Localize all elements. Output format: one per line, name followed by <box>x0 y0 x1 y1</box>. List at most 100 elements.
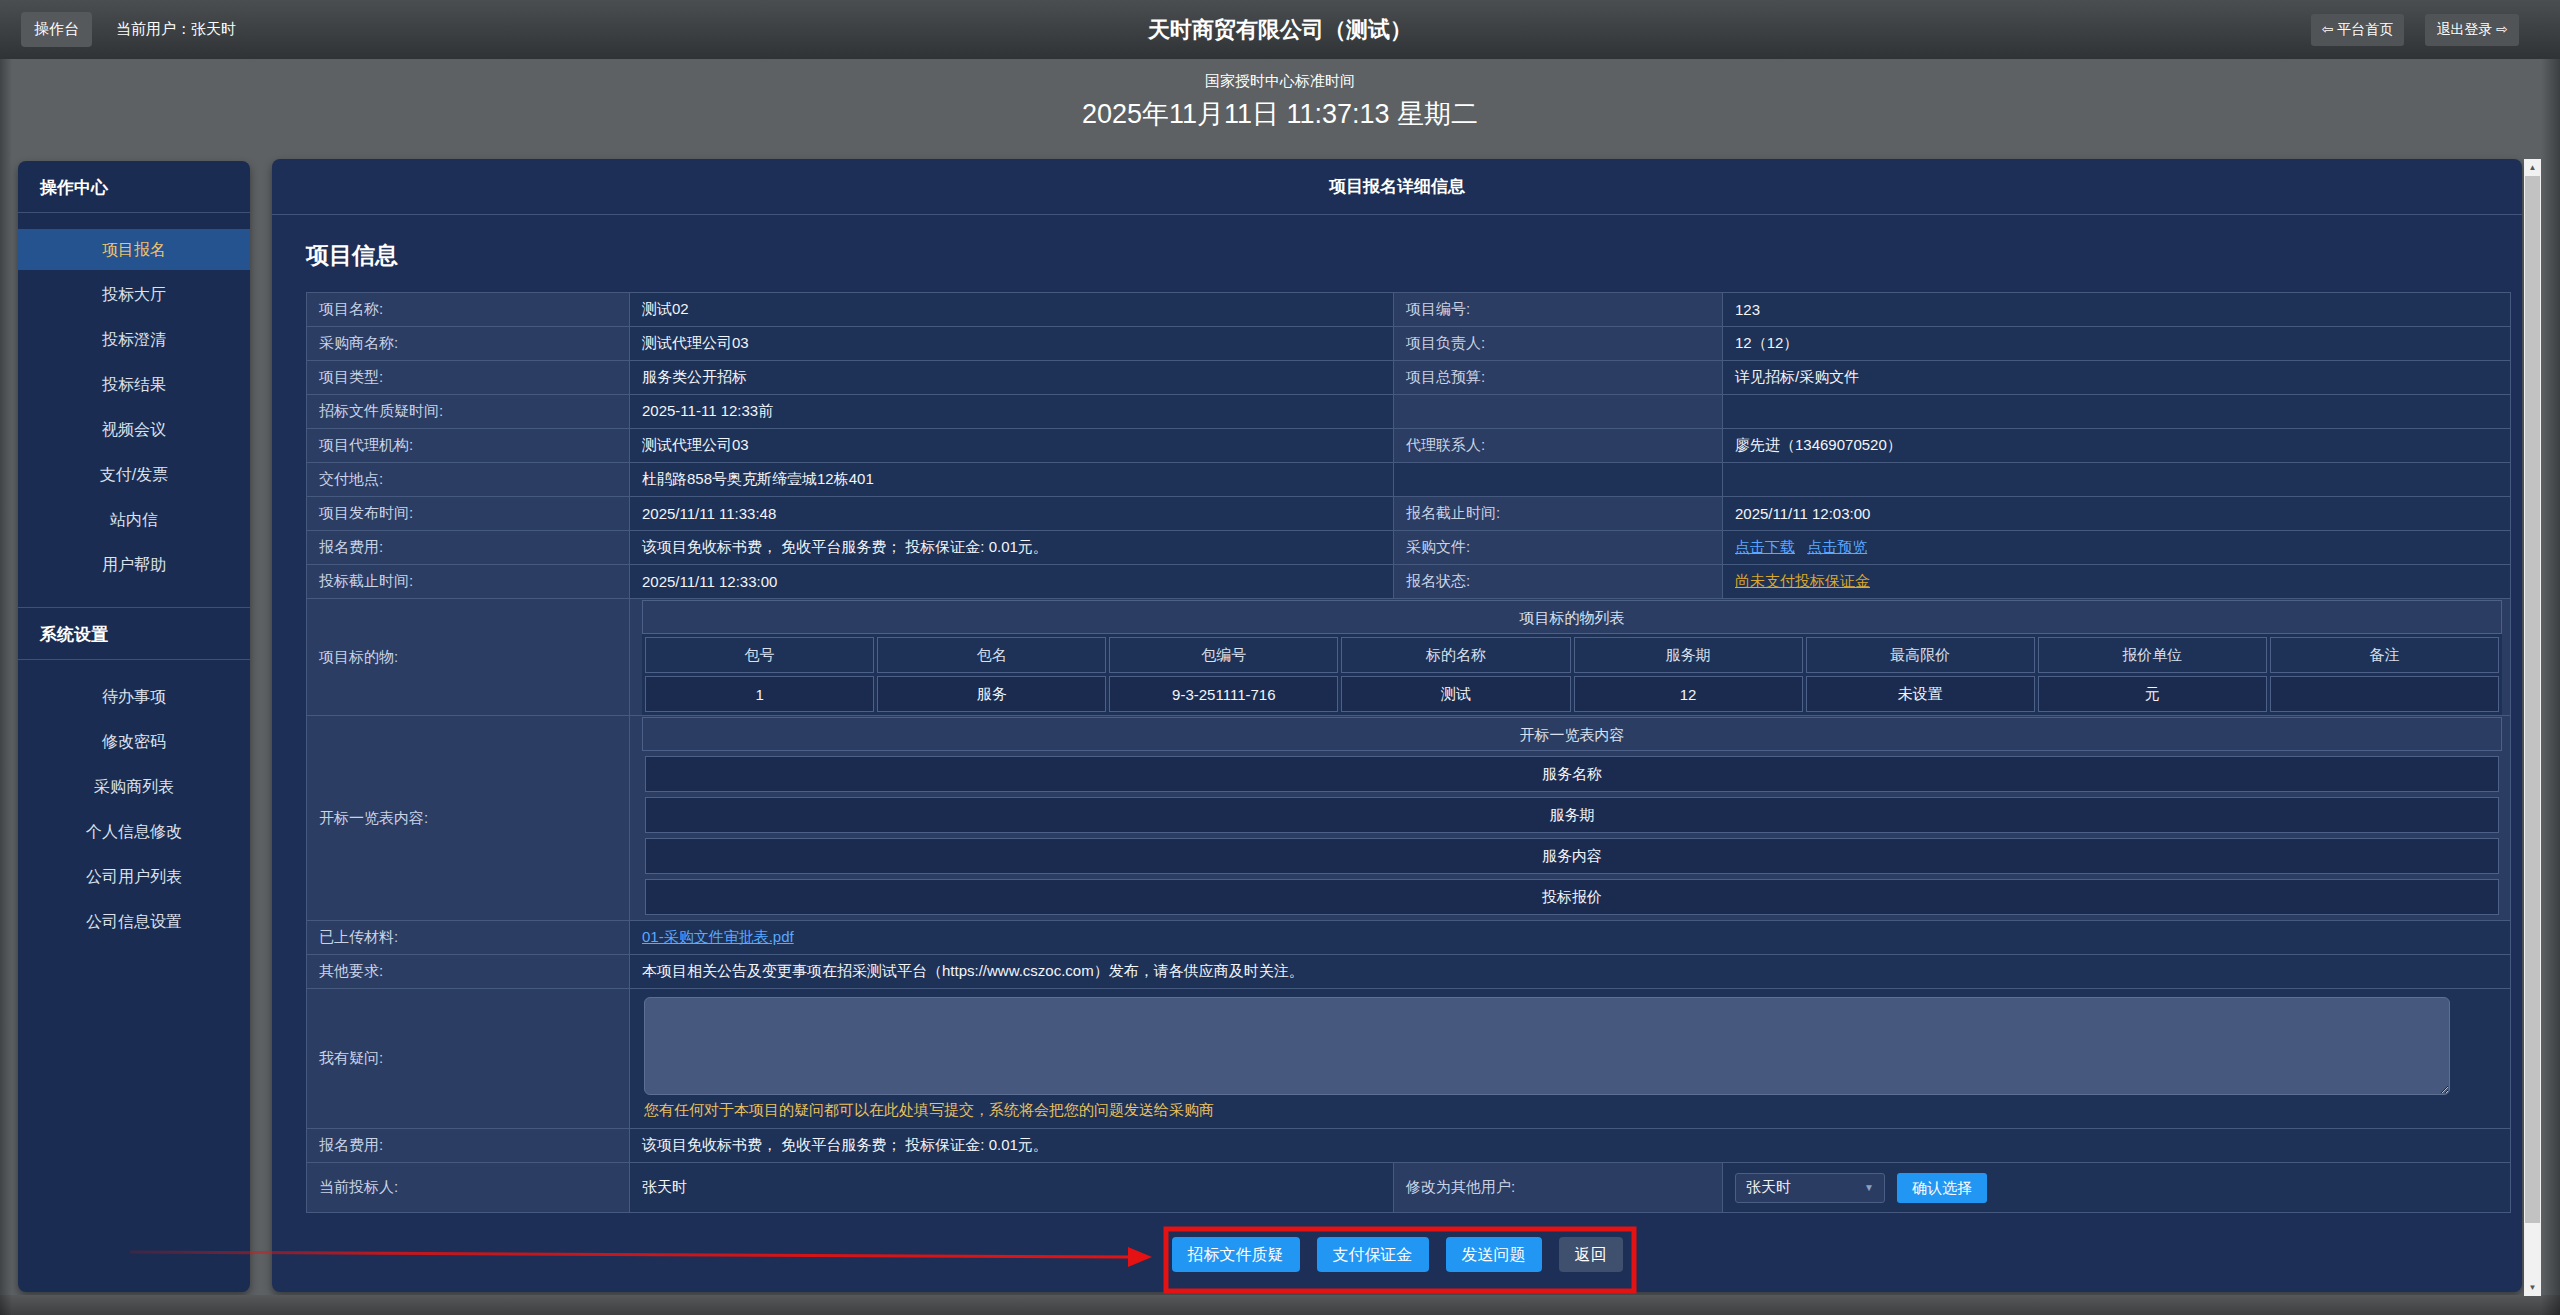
field-value: 测试代理公司03 <box>630 429 1394 463</box>
sidebar-section-settings: 系统设置 <box>18 607 250 660</box>
field-label: 当前投标人: <box>307 1163 630 1213</box>
table-row: 项目标的物: 项目标的物列表 包号 包名 包编号 标的名称 服务期 最高限价 报… <box>307 599 2511 716</box>
sidebar-item-todo[interactable]: 待办事项 <box>18 676 250 717</box>
sidebar-item-user-help[interactable]: 用户帮助 <box>18 544 250 585</box>
sidebar-item-video-meeting[interactable]: 视频会议 <box>18 409 250 450</box>
sidebar-section-operations: 操作中心 <box>18 161 250 213</box>
section-title-project-info: 项目信息 <box>306 240 2522 271</box>
field-label: 已上传材料: <box>307 921 630 955</box>
field-label: 项目编号: <box>1394 293 1723 327</box>
field-value: 2025/11/11 11:33:48 <box>630 497 1394 531</box>
field-value: 01-采购文件审批表.pdf <box>630 921 2511 955</box>
question-textarea[interactable] <box>644 997 2450 1095</box>
sidebar-item-purchaser-list[interactable]: 采购商列表 <box>18 766 250 807</box>
bid-form-title: 开标一览表内容 <box>642 717 2502 751</box>
bottom-edge <box>0 1295 2560 1315</box>
field-value-empty <box>1394 463 1723 497</box>
field-label: 修改为其他用户: <box>1394 1163 1723 1213</box>
field-value: 服务类公开招标 <box>630 361 1394 395</box>
field-value: 测试代理公司03 <box>630 327 1394 361</box>
console-button[interactable]: 操作台 <box>21 12 92 47</box>
goods-cell: 12 <box>1574 676 1803 712</box>
subject-matter-cell: 项目标的物列表 包号 包名 包编号 标的名称 服务期 最高限价 报价单位 备注 … <box>630 599 2511 716</box>
field-label: 代理联系人: <box>1394 429 1723 463</box>
field-value: 12（12） <box>1723 327 2511 361</box>
goods-col-header: 备注 <box>2270 637 2499 673</box>
main-panel: 项目报名详细信息 项目信息 项目名称: 测试02 项目编号: 123 采购商名称… <box>272 159 2522 1292</box>
field-label: 报名费用: <box>307 531 630 565</box>
goods-col-header: 包名 <box>877 637 1106 673</box>
sidebar-item-company-users[interactable]: 公司用户列表 <box>18 856 250 897</box>
field-label: 报名截止时间: <box>1394 497 1723 531</box>
table-row: 其他要求: 本项目相关公告及变更事项在招采测试平台（https://www.cs… <box>307 955 2511 989</box>
preview-doc-link[interactable]: 点击预览 <box>1807 538 1867 555</box>
table-row: 开标一览表内容: 开标一览表内容 服务名称 服务期 服务内容 投标报价 <box>307 716 2511 921</box>
change-user-select[interactable]: 张天时 ▼ <box>1735 1173 1885 1203</box>
sidebar-item-change-password[interactable]: 修改密码 <box>18 721 250 762</box>
field-label: 项目负责人: <box>1394 327 1723 361</box>
vertical-scrollbar[interactable]: ▲ ▼ <box>2524 159 2541 1296</box>
time-caption: 国家授时中心标准时间 <box>0 59 2560 91</box>
bid-form-cell: 开标一览表内容 服务名称 服务期 服务内容 投标报价 <box>630 716 2511 921</box>
signup-status-link[interactable]: 尚未支付投标保证金 <box>1735 572 1870 589</box>
left-edge-shadow <box>0 59 12 1315</box>
scrollbar-thumb[interactable] <box>2525 176 2540 1223</box>
confirm-select-button[interactable]: 确认选择 <box>1897 1173 1987 1203</box>
scroll-up-icon[interactable]: ▲ <box>2524 159 2541 176</box>
bid-form-row: 服务内容 <box>645 838 2499 874</box>
goods-table: 包号 包名 包编号 标的名称 服务期 最高限价 报价单位 备注 1 服务 9-3… <box>642 634 2502 715</box>
sidebar-item-pay-invoice[interactable]: 支付/发票 <box>18 454 250 495</box>
field-value-empty <box>1723 463 2511 497</box>
field-label: 开标一览表内容: <box>307 716 630 921</box>
field-label: 投标截止时间: <box>307 565 630 599</box>
change-user-selected: 张天时 <box>1746 1178 1791 1197</box>
field-label: 我有疑问: <box>307 989 630 1129</box>
sidebar-item-bid-hall[interactable]: 投标大厅 <box>18 274 250 315</box>
goods-col-header: 包编号 <box>1109 637 1338 673</box>
page-title: 项目报名详细信息 <box>272 159 2522 215</box>
back-button[interactable]: 返回 <box>1559 1237 1623 1272</box>
pay-deposit-button[interactable]: 支付保证金 <box>1317 1237 1429 1272</box>
company-title: 天时商贸有限公司（测试） <box>1148 15 1412 45</box>
scroll-down-icon[interactable]: ▼ <box>2524 1279 2541 1296</box>
sidebar-item-site-message[interactable]: 站内信 <box>18 499 250 540</box>
field-label: 项目代理机构: <box>307 429 630 463</box>
table-row: 招标文件质疑时间: 2025-11-11 12:33前 <box>307 395 2511 429</box>
goods-col-header: 标的名称 <box>1341 637 1570 673</box>
bid-form-row: 服务名称 <box>645 756 2499 792</box>
field-label: 项目类型: <box>307 361 630 395</box>
field-label: 报名费用: <box>307 1129 630 1163</box>
goods-col-header: 报价单位 <box>2038 637 2267 673</box>
table-row: 采购商名称: 测试代理公司03 项目负责人: 12（12） <box>307 327 2511 361</box>
field-label: 采购文件: <box>1394 531 1723 565</box>
table-row: 投标截止时间: 2025/11/11 12:33:00 报名状态: 尚未支付投标… <box>307 565 2511 599</box>
sidebar-item-project-signup[interactable]: 项目报名 <box>18 229 250 270</box>
platform-home-button[interactable]: ⇦ 平台首页 <box>2311 14 2405 46</box>
field-value: 尚未支付投标保证金 <box>1723 565 2511 599</box>
field-value: 点击下载 点击预览 <box>1723 531 2511 565</box>
download-doc-link[interactable]: 点击下载 <box>1735 538 1795 555</box>
sidebar-item-bid-clarify[interactable]: 投标澄清 <box>18 319 250 360</box>
field-value: 该项目免收标书费， 免收平台服务费； 投标保证金: 0.01元。 <box>630 1129 2511 1163</box>
field-value: 张天时 <box>630 1163 1394 1213</box>
field-value: 123 <box>1723 293 2511 327</box>
send-question-button[interactable]: 发送问题 <box>1446 1237 1542 1272</box>
table-row: 报名费用: 该项目免收标书费， 免收平台服务费； 投标保证金: 0.01元。 <box>307 1129 2511 1163</box>
sidebar-item-profile-edit[interactable]: 个人信息修改 <box>18 811 250 852</box>
table-row: 我有疑问: 您有任何对于本项目的疑问都可以在此处填写提交，系统将会把您的问题发送… <box>307 989 2511 1129</box>
logout-button[interactable]: 退出登录 ⇨ <box>2425 14 2519 46</box>
table-row: 已上传材料: 01-采购文件审批表.pdf <box>307 921 2511 955</box>
table-row: 项目类型: 服务类公开招标 项目总预算: 详见招标/采购文件 <box>307 361 2511 395</box>
top-bar: 操作台 当前用户：张天时 天时商贸有限公司（测试） ⇦ 平台首页 退出登录 ⇨ <box>0 0 2560 59</box>
field-value: 测试02 <box>630 293 1394 327</box>
change-user-cell: 张天时 ▼ 确认选择 <box>1723 1163 2511 1213</box>
time-bar: 国家授时中心标准时间 2025年11月11日 11:37:13 星期二 <box>0 59 2560 159</box>
goods-cell: 未设置 <box>1806 676 2035 712</box>
sidebar-item-company-info[interactable]: 公司信息设置 <box>18 901 250 942</box>
question-cell: 您有任何对于本项目的疑问都可以在此处填写提交，系统将会把您的问题发送给采购商 <box>630 989 2511 1129</box>
doc-challenge-button[interactable]: 招标文件质疑 <box>1172 1237 1300 1272</box>
sidebar-item-bid-result[interactable]: 投标结果 <box>18 364 250 405</box>
standard-time: 2025年11月11日 11:37:13 星期二 <box>0 96 2560 132</box>
uploaded-file-link[interactable]: 01-采购文件审批表.pdf <box>642 928 794 945</box>
field-label: 项目标的物: <box>307 599 630 716</box>
